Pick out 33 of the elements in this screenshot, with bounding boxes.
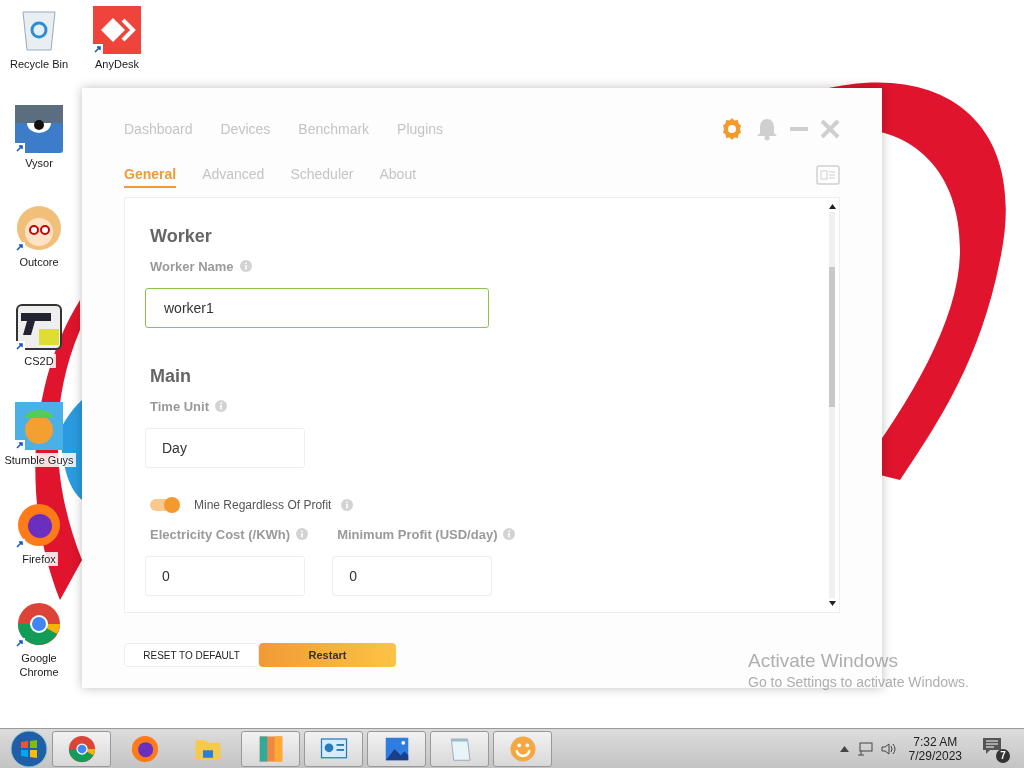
clock-time[interactable]: 7:32 AM	[913, 734, 958, 749]
field-label: Worker Name	[150, 258, 234, 274]
shortcut-label: Vysor	[23, 156, 55, 170]
clock-date[interactable]: 7/29/2023	[908, 748, 962, 763]
watermark-text: Go to Settings to activate Windows.	[748, 674, 969, 690]
shortcut-label: AnyDesk	[93, 57, 141, 71]
section-heading: Main	[150, 366, 192, 388]
field-label: Minimum Profit (USD/day)	[337, 526, 498, 542]
desktop-shortcut[interactable]: AnyDesk	[78, 6, 156, 71]
input-field[interactable]: Day	[145, 428, 305, 468]
shortcut-label: CS2D	[22, 354, 56, 368]
shortcut-label: Outcore	[17, 255, 61, 269]
desktop-shortcut[interactable]: CS2D	[0, 303, 78, 368]
desktop-shortcut[interactable]: Outcore	[0, 204, 78, 269]
restart-button[interactable]: Restart	[259, 643, 396, 667]
watermark-title: Activate Windows	[748, 650, 899, 672]
shortcut-label: Recycle Bin	[7, 57, 71, 71]
desktop-shortcut[interactable]: Firefox	[0, 501, 78, 566]
field-label: Time Unit	[150, 398, 209, 414]
input-field[interactable]: 0	[332, 556, 493, 596]
toggle-label: Mine Regardless Of Profit	[194, 498, 332, 512]
desktop-shortcut[interactable]: Vysor	[0, 105, 78, 170]
input-field[interactable]: worker1	[145, 288, 489, 328]
desktop-shortcut[interactable]: Stumble Guys	[0, 402, 78, 467]
notification-badge: 7	[996, 748, 1010, 763]
desktop-shortcut[interactable]: Recycle Bin	[0, 6, 78, 71]
field-label: Electricity Cost (/KWh)	[150, 526, 291, 542]
reset-button[interactable]: RESET TO DEFAULT	[124, 643, 259, 667]
shortcut-label: Firefox	[20, 552, 58, 566]
shortcut-label: Stumble Guys	[2, 453, 76, 467]
input-field[interactable]: 0	[145, 556, 305, 596]
desktop-shortcut[interactable]: Google Chrome	[0, 600, 78, 679]
section-heading: Worker	[150, 226, 213, 248]
